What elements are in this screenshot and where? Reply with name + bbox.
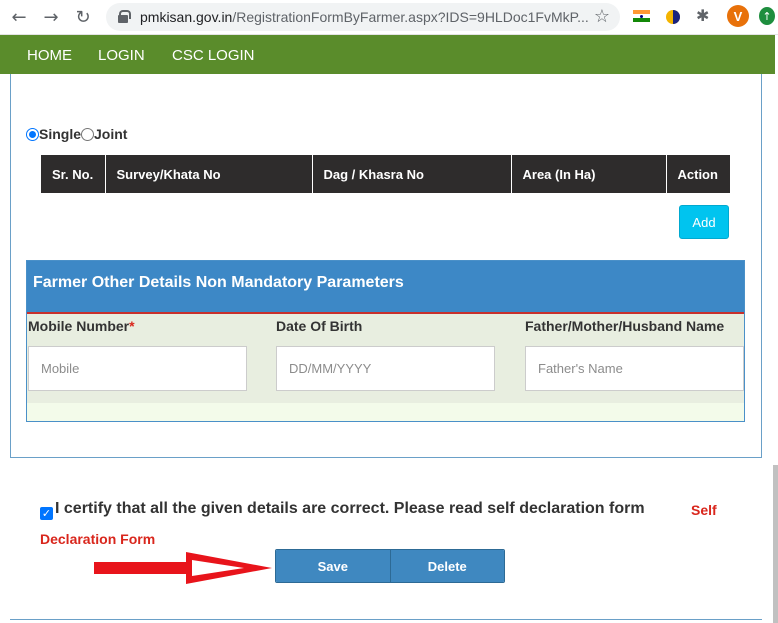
extension-icon[interactable]: [664, 8, 682, 26]
address-bar[interactable]: pmkisan.gov.in/RegistrationFormByFarmer.…: [106, 3, 620, 31]
delete-button[interactable]: Delete: [390, 550, 504, 582]
red-pointer-arrow-icon: [94, 552, 272, 584]
other-details-section: Farmer Other Details Non Mandatory Param…: [26, 260, 745, 422]
puzzle-icon[interactable]: ✱: [696, 6, 709, 25]
land-details-table: Sr. No. Survey/Khata No Dag / Khasra No …: [41, 155, 730, 193]
section-footer: [27, 403, 744, 421]
scrollbar[interactable]: [773, 465, 778, 623]
radio-joint[interactable]: [81, 127, 95, 141]
col-dag-khasra: Dag / Khasra No: [312, 155, 512, 193]
declaration-checkbox[interactable]: ✓: [40, 507, 53, 520]
forward-arrow-icon[interactable]: →: [38, 4, 64, 30]
site-nav: HOME LOGIN CSC LOGIN: [0, 35, 775, 74]
update-icon[interactable]: ↑: [759, 7, 775, 25]
radio-single[interactable]: [26, 127, 39, 141]
father-name-input[interactable]: [525, 346, 744, 391]
form-action-buttons: Save Delete: [275, 549, 505, 583]
other-details-header: Farmer Other Details Non Mandatory Param…: [27, 261, 744, 314]
col-area: Area (In Ha): [511, 155, 667, 193]
col-survey-khata: Survey/Khata No: [105, 155, 313, 193]
ownership-radio-group: Single Joint: [26, 126, 127, 142]
radio-joint-label: Joint: [94, 126, 128, 142]
self-declaration-link-continued[interactable]: Declaration Form: [40, 531, 155, 547]
reload-icon[interactable]: ↻: [70, 4, 96, 30]
mobile-label: Mobile Number*: [28, 318, 135, 334]
nav-login[interactable]: LOGIN: [98, 47, 145, 64]
radio-single-label: Single: [39, 126, 82, 142]
father-name-label: Father/Mother/Husband Name: [525, 318, 725, 334]
star-icon[interactable]: ☆: [594, 6, 610, 27]
add-button[interactable]: Add: [679, 205, 729, 239]
divider: [10, 619, 762, 620]
dob-label: Date Of Birth: [276, 318, 363, 334]
nav-home[interactable]: HOME: [27, 47, 72, 64]
declaration-text: I certify that all the given details are…: [55, 500, 645, 517]
dob-input[interactable]: [276, 346, 495, 391]
other-details-title: Farmer Other Details Non Mandatory Param…: [33, 274, 404, 291]
browser-toolbar: ← → ↻ pmkisan.gov.in/RegistrationFormByF…: [0, 0, 778, 35]
avatar[interactable]: V: [727, 5, 749, 27]
back-arrow-icon[interactable]: ←: [6, 4, 32, 30]
save-button[interactable]: Save: [276, 550, 391, 582]
lock-icon[interactable]: [118, 10, 131, 23]
self-declaration-link[interactable]: Self: [691, 502, 717, 518]
india-flag-icon[interactable]: [633, 10, 650, 22]
nav-csc-login[interactable]: CSC LOGIN: [172, 47, 255, 64]
col-action: Action: [666, 155, 730, 193]
col-sr-no: Sr. No.: [41, 155, 106, 193]
mobile-input[interactable]: [28, 346, 247, 391]
url-text[interactable]: pmkisan.gov.in/RegistrationFormByFarmer.…: [140, 9, 589, 25]
